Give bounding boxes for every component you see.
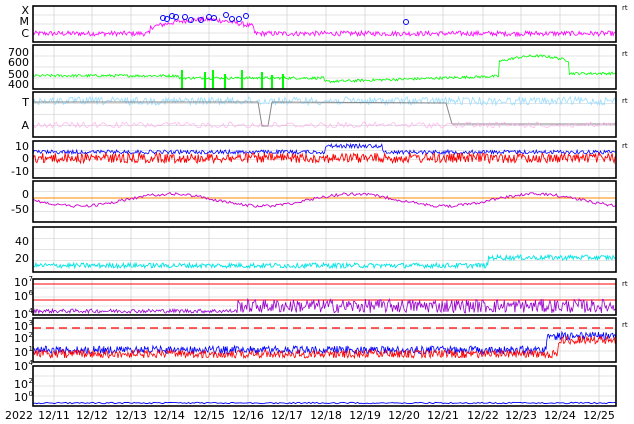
speed-trace — [32, 54, 617, 84]
realtime-marker: rt — [622, 142, 628, 150]
frame-layer — [32, 5, 617, 407]
log-tick-label-base: 10 — [14, 332, 28, 345]
x-tick-label: 12/17 — [271, 409, 303, 422]
x-tick-label: 12/23 — [505, 409, 537, 422]
log-tick-label: 10 0 — [14, 390, 33, 404]
log-tick-label: 10 2 — [14, 377, 33, 391]
log-tick-label-exponent: 3 — [29, 319, 33, 327]
series-layer — [32, 12, 617, 405]
log-tick-label: 10 1 — [14, 345, 33, 359]
log-tick-label-exponent: 6 — [29, 289, 34, 297]
log-tick-label-exponent: 1 — [29, 345, 33, 353]
x-tick-label: 12/24 — [544, 409, 576, 422]
category-label: X — [21, 4, 29, 17]
flare-marker — [236, 16, 242, 22]
x-tick-label: 12/25 — [583, 409, 615, 422]
log-tick-label-base: 10 — [14, 308, 28, 321]
flare-marker — [229, 16, 235, 22]
y-tick-label: 20 — [15, 252, 29, 265]
y-tick-label: 0 — [22, 188, 29, 201]
x-tick-label: 12/16 — [232, 409, 264, 422]
log-tick-label-base: 10 — [14, 360, 28, 373]
red-flux-trace — [32, 335, 617, 360]
log-tick-label-exponent: 4 — [29, 359, 34, 367]
x-tick-label: 12/14 — [153, 409, 185, 422]
realtime-marker: rt — [622, 280, 628, 288]
y-tick-label: 40 — [15, 235, 29, 248]
log-tick-label: 10 2 — [14, 331, 33, 345]
log-tick-label-exponent: 4 — [29, 307, 34, 315]
x-tick-label: 12/12 — [76, 409, 108, 422]
alpha-trace — [32, 121, 617, 129]
y-tick-label: 500 — [8, 68, 29, 81]
cyan-trace — [32, 253, 617, 270]
x-tick-label: 12/13 — [115, 409, 147, 422]
log-tick-label: 10 7 — [14, 275, 33, 289]
log-tick-label-base: 10 — [14, 378, 28, 391]
flare-marker — [211, 15, 217, 21]
y-tick-label: -50 — [11, 203, 29, 216]
y-tick-label: 10 — [15, 140, 29, 153]
y-tick-label: 700 — [8, 46, 29, 59]
x-tick-label: 12/11 — [38, 409, 70, 422]
realtime-marker: rt — [622, 4, 628, 12]
bt-trace — [32, 142, 617, 156]
log-tick-label-base: 10 — [14, 276, 28, 289]
solar-wind-stack-plot: 2022 CMXAT400500600700-10010-500204010 61… — [5, 4, 628, 422]
x-tick-label: 12/22 — [467, 409, 499, 422]
y-tick-label: -10 — [11, 165, 29, 178]
log-tick-label-exponent: 2 — [29, 331, 33, 339]
temperature-trace — [32, 95, 617, 107]
realtime-marker: rt — [622, 50, 628, 58]
log-tick-label-exponent: 0 — [29, 390, 33, 398]
log-tick-label-base: 10 — [14, 346, 28, 359]
x-tick-label: 12/20 — [388, 409, 420, 422]
category-label: A — [21, 119, 29, 132]
log-tick-label: 10 4 — [14, 359, 34, 373]
log-tick-label-base: 10 — [14, 320, 28, 333]
bottom-flux-trace — [32, 401, 617, 405]
year-label: 2022 — [5, 409, 33, 422]
realtime-marker: rt — [622, 97, 628, 105]
x-tick-label: 12/18 — [310, 409, 342, 422]
log-tick-label: 10 6 — [14, 289, 34, 303]
log-tick-label-exponent: 2 — [29, 377, 33, 385]
realtime-marker: rt — [622, 321, 628, 329]
x-tick-label: 12/21 — [427, 409, 459, 422]
y-tick-label: 0 — [22, 152, 29, 165]
grid-layer — [33, 6, 616, 406]
x-tick-label: 12/19 — [349, 409, 381, 422]
category-label: C — [21, 27, 29, 40]
category-label: T — [21, 96, 29, 109]
magenta-trace — [32, 191, 617, 208]
bz-trace — [32, 151, 617, 165]
log-tick-label-base: 10 — [14, 290, 28, 303]
x-tick-label: 12/15 — [193, 409, 225, 422]
log-tick-label-exponent: 7 — [29, 275, 33, 283]
log-tick-label-base: 10 — [14, 391, 28, 404]
